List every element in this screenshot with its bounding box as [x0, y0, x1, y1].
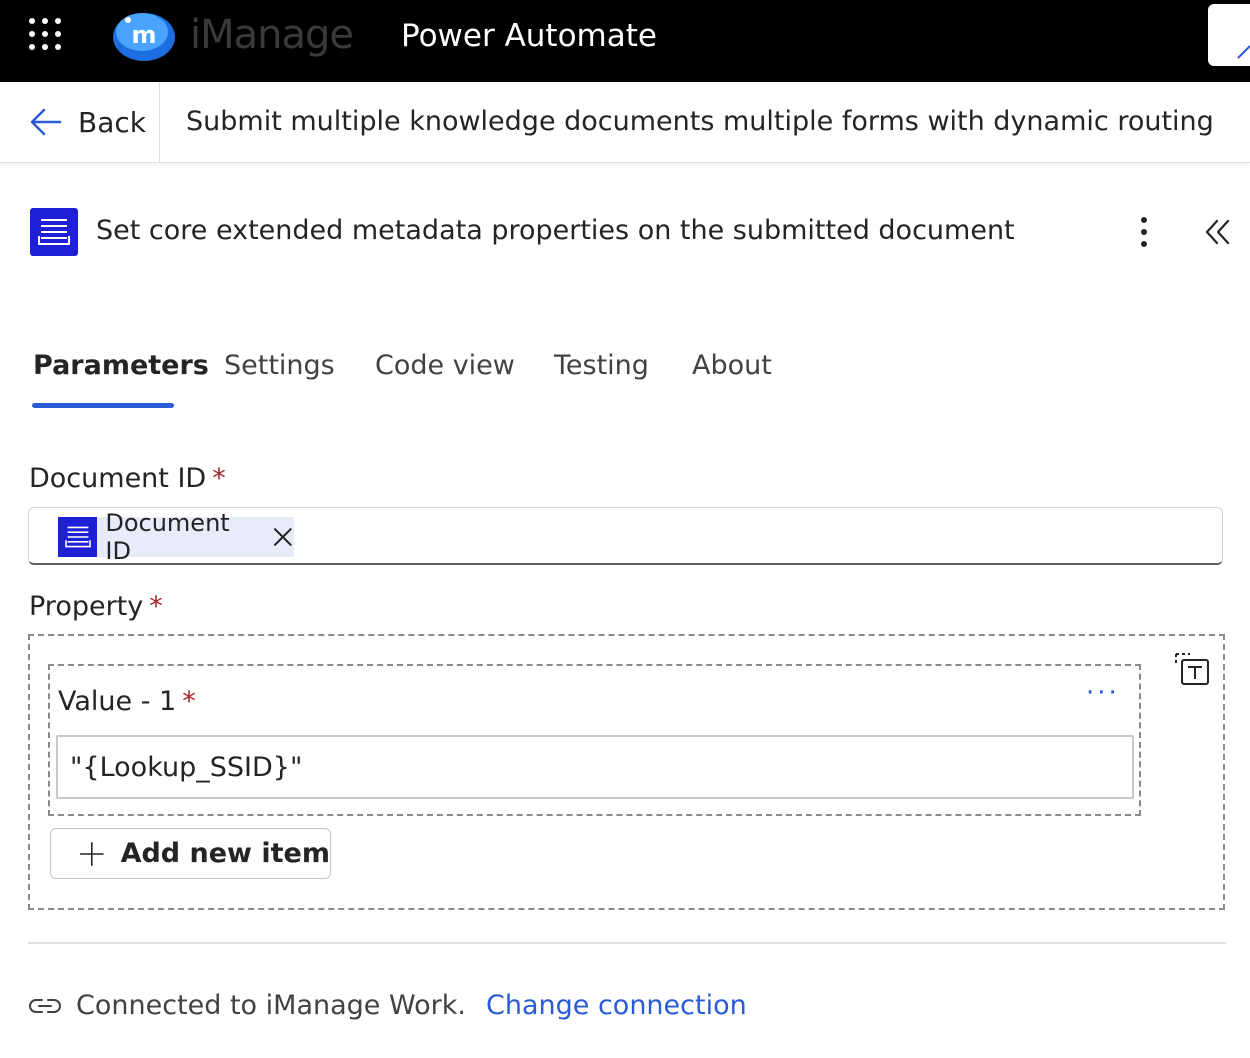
item-more-options-icon[interactable]: ··· — [1086, 678, 1120, 708]
app-title: Power Automate — [401, 18, 657, 54]
more-options-icon[interactable] — [1128, 212, 1160, 252]
account-button[interactable] — [1208, 4, 1250, 66]
required-mark: * — [182, 686, 196, 717]
tab-code-view[interactable]: Code view — [375, 350, 515, 381]
connection-status: Connected to iManage Work. — [76, 990, 466, 1021]
waffle-icon[interactable] — [28, 17, 62, 51]
required-mark: * — [212, 463, 226, 494]
add-new-item-button[interactable]: Add new item — [50, 828, 331, 879]
change-connection-link[interactable]: Change connection — [486, 990, 747, 1021]
document-list-icon — [58, 517, 98, 557]
back-button[interactable]: Back — [28, 82, 158, 162]
tab-settings[interactable]: Settings — [224, 350, 335, 381]
value-1-input[interactable] — [56, 735, 1134, 799]
token-label: Document ID — [105, 509, 230, 565]
plus-icon — [79, 841, 104, 866]
active-tab-indicator — [32, 403, 174, 408]
action-title: Set core extended metadata properties on… — [96, 215, 1015, 246]
switch-to-text-icon[interactable] — [1172, 650, 1212, 688]
svg-text:m: m — [131, 21, 156, 49]
document-list-icon — [30, 208, 78, 256]
arrow-left-icon — [30, 108, 62, 136]
link-icon — [29, 999, 61, 1013]
collapse-panel-icon[interactable] — [1200, 214, 1236, 250]
property-label: Property * — [29, 591, 163, 622]
value-1-label: Value - 1 * — [58, 686, 196, 717]
required-mark: * — [149, 591, 163, 622]
tab-testing[interactable]: Testing — [554, 350, 649, 381]
add-new-item-label: Add new item — [120, 838, 330, 869]
document-id-input[interactable]: Document ID — [28, 507, 1223, 565]
expand-icon — [1237, 45, 1250, 59]
close-icon[interactable] — [272, 526, 294, 548]
header-divider — [159, 82, 160, 162]
section-divider — [28, 942, 1226, 944]
document-id-label: Document ID * — [29, 463, 226, 494]
tab-parameters[interactable]: Parameters — [33, 350, 209, 381]
tab-about[interactable]: About — [692, 350, 772, 381]
imanage-logo-icon: m — [113, 13, 175, 61]
document-id-token[interactable]: Document ID — [58, 509, 294, 565]
flow-header: Back Submit multiple knowledge documents… — [0, 82, 1250, 163]
flow-title: Submit multiple knowledge documents mult… — [186, 106, 1214, 137]
brand-name: iManage — [190, 12, 354, 58]
top-bar: m iManage Power Automate — [0, 0, 1250, 82]
back-label: Back — [78, 105, 146, 139]
